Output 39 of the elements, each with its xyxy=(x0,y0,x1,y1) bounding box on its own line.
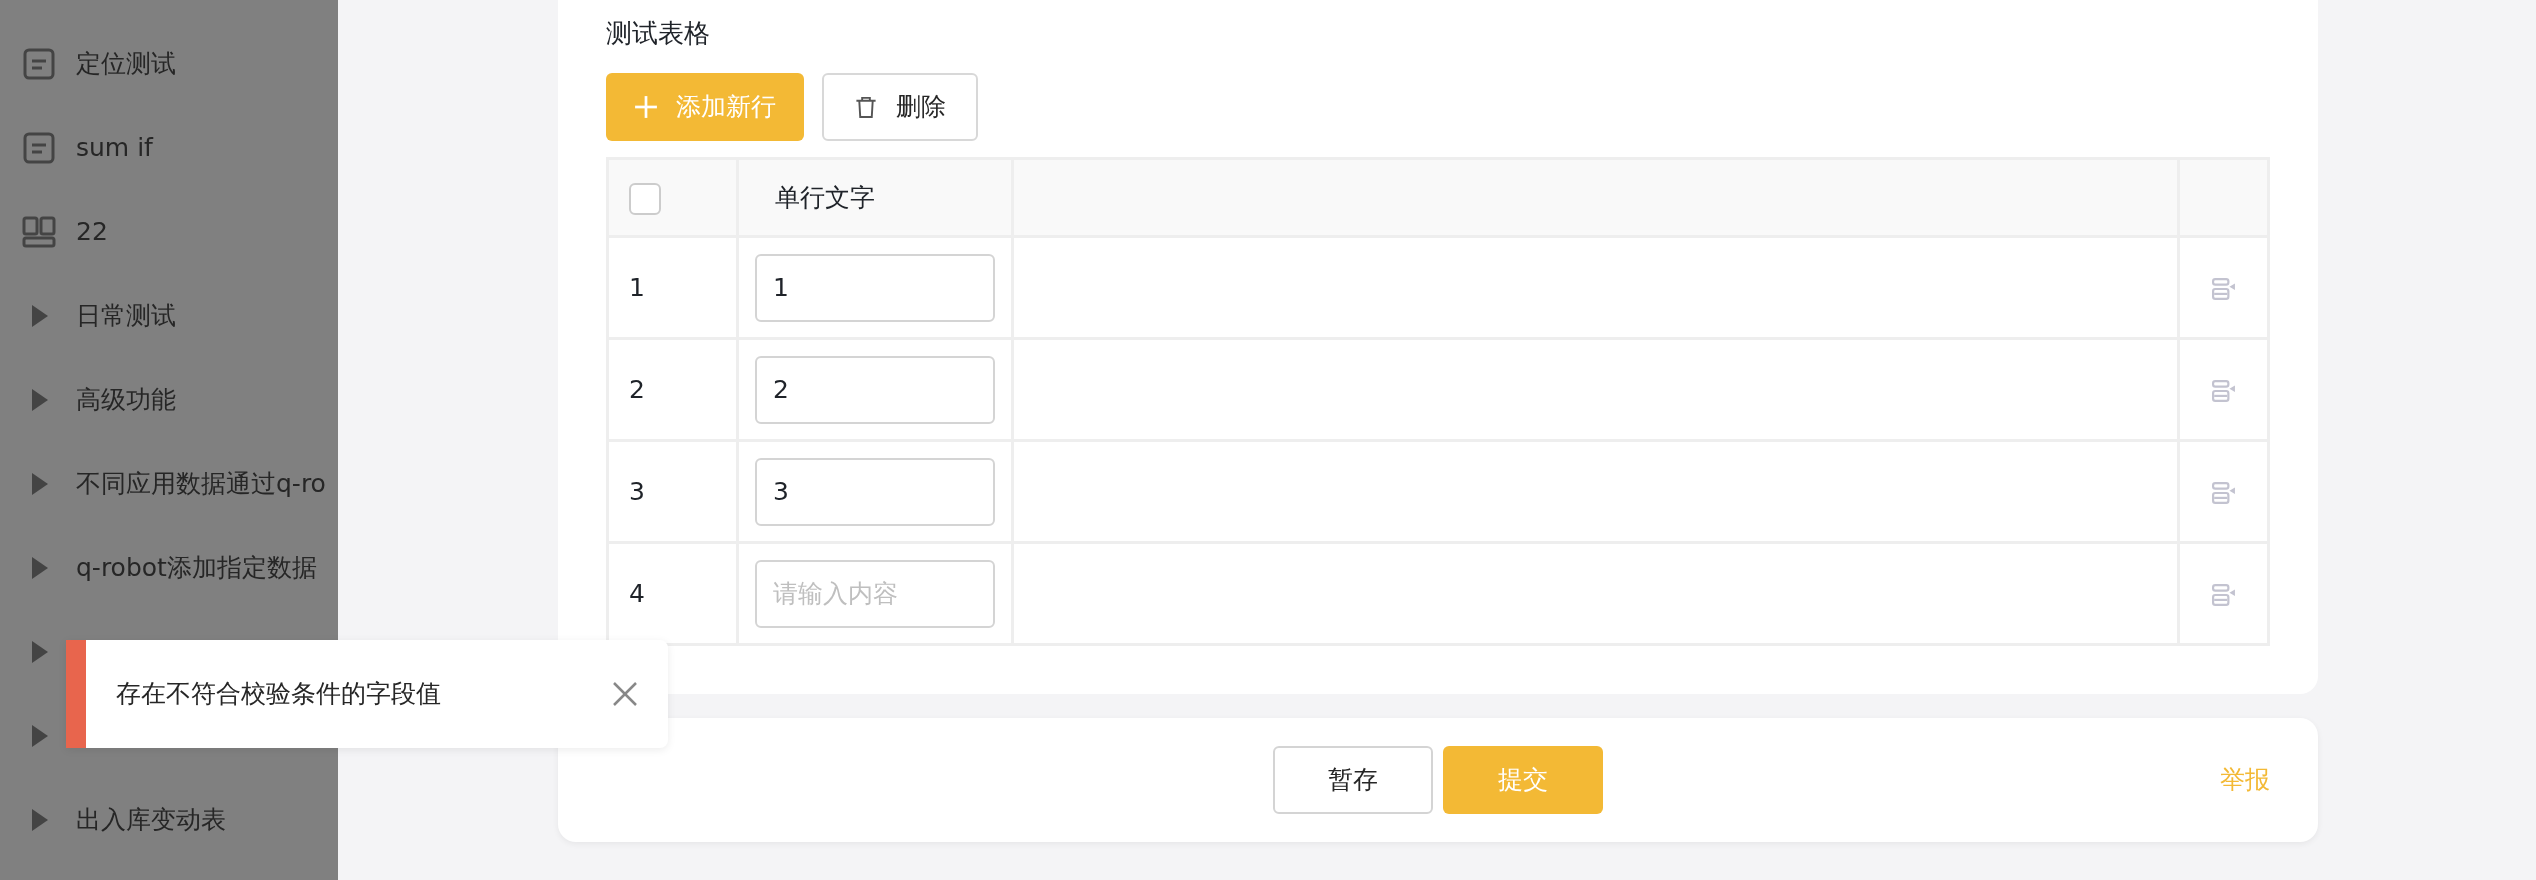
text-input-field[interactable]: 请输入内容 xyxy=(755,559,995,628)
save-draft-button[interactable]: 暂存 xyxy=(1273,746,1433,814)
text-input-field[interactable]: 3 xyxy=(755,457,995,526)
caret-icon xyxy=(32,641,50,663)
row-action-icon[interactable] xyxy=(2211,583,2236,606)
caret-icon xyxy=(32,473,50,495)
delete-button[interactable]: 删除 xyxy=(822,73,978,141)
sidebar-item[interactable]: q-robot添加指定数据 xyxy=(76,549,317,587)
caret-icon xyxy=(32,305,50,327)
sidebar-item[interactable]: 不同应用数据通过q-ro xyxy=(76,465,326,503)
sidebar-item[interactable]: sum if xyxy=(76,129,153,167)
trash-icon xyxy=(854,95,878,119)
row-action-icon[interactable] xyxy=(2211,481,2236,504)
document-icon xyxy=(22,131,56,165)
sidebar-item[interactable]: 22 xyxy=(76,213,108,251)
sidebar-item[interactable]: 日常测试 xyxy=(76,297,176,335)
sidebar-item[interactable]: 出入库变动表 xyxy=(76,801,226,839)
plus-icon xyxy=(634,95,658,119)
column-header: 单行文字 xyxy=(775,182,875,212)
caret-icon xyxy=(32,557,50,579)
sidebar-item[interactable]: 定位测试 xyxy=(76,45,176,83)
caret-icon xyxy=(32,389,50,411)
section-title: 测试表格 xyxy=(606,17,711,50)
caret-icon xyxy=(32,725,50,747)
row-action-icon[interactable] xyxy=(2211,379,2236,402)
dashboard-icon xyxy=(22,215,56,249)
row-number: 4 xyxy=(629,578,645,608)
row-number: 2 xyxy=(629,374,645,404)
text-input-field[interactable]: 2 xyxy=(755,355,995,424)
caret-icon xyxy=(32,809,50,831)
document-icon xyxy=(22,47,56,81)
row-number: 3 xyxy=(629,476,645,506)
row-number: 1 xyxy=(629,272,645,302)
select-all-checkbox[interactable] xyxy=(629,182,661,215)
sidebar-item[interactable]: 高级功能 xyxy=(76,381,176,419)
text-input-field[interactable]: 1 xyxy=(755,253,995,322)
toast-message: 存在不符合校验条件的字段值 xyxy=(116,678,442,711)
close-icon[interactable] xyxy=(612,681,638,707)
row-action-icon[interactable] xyxy=(2211,277,2236,300)
